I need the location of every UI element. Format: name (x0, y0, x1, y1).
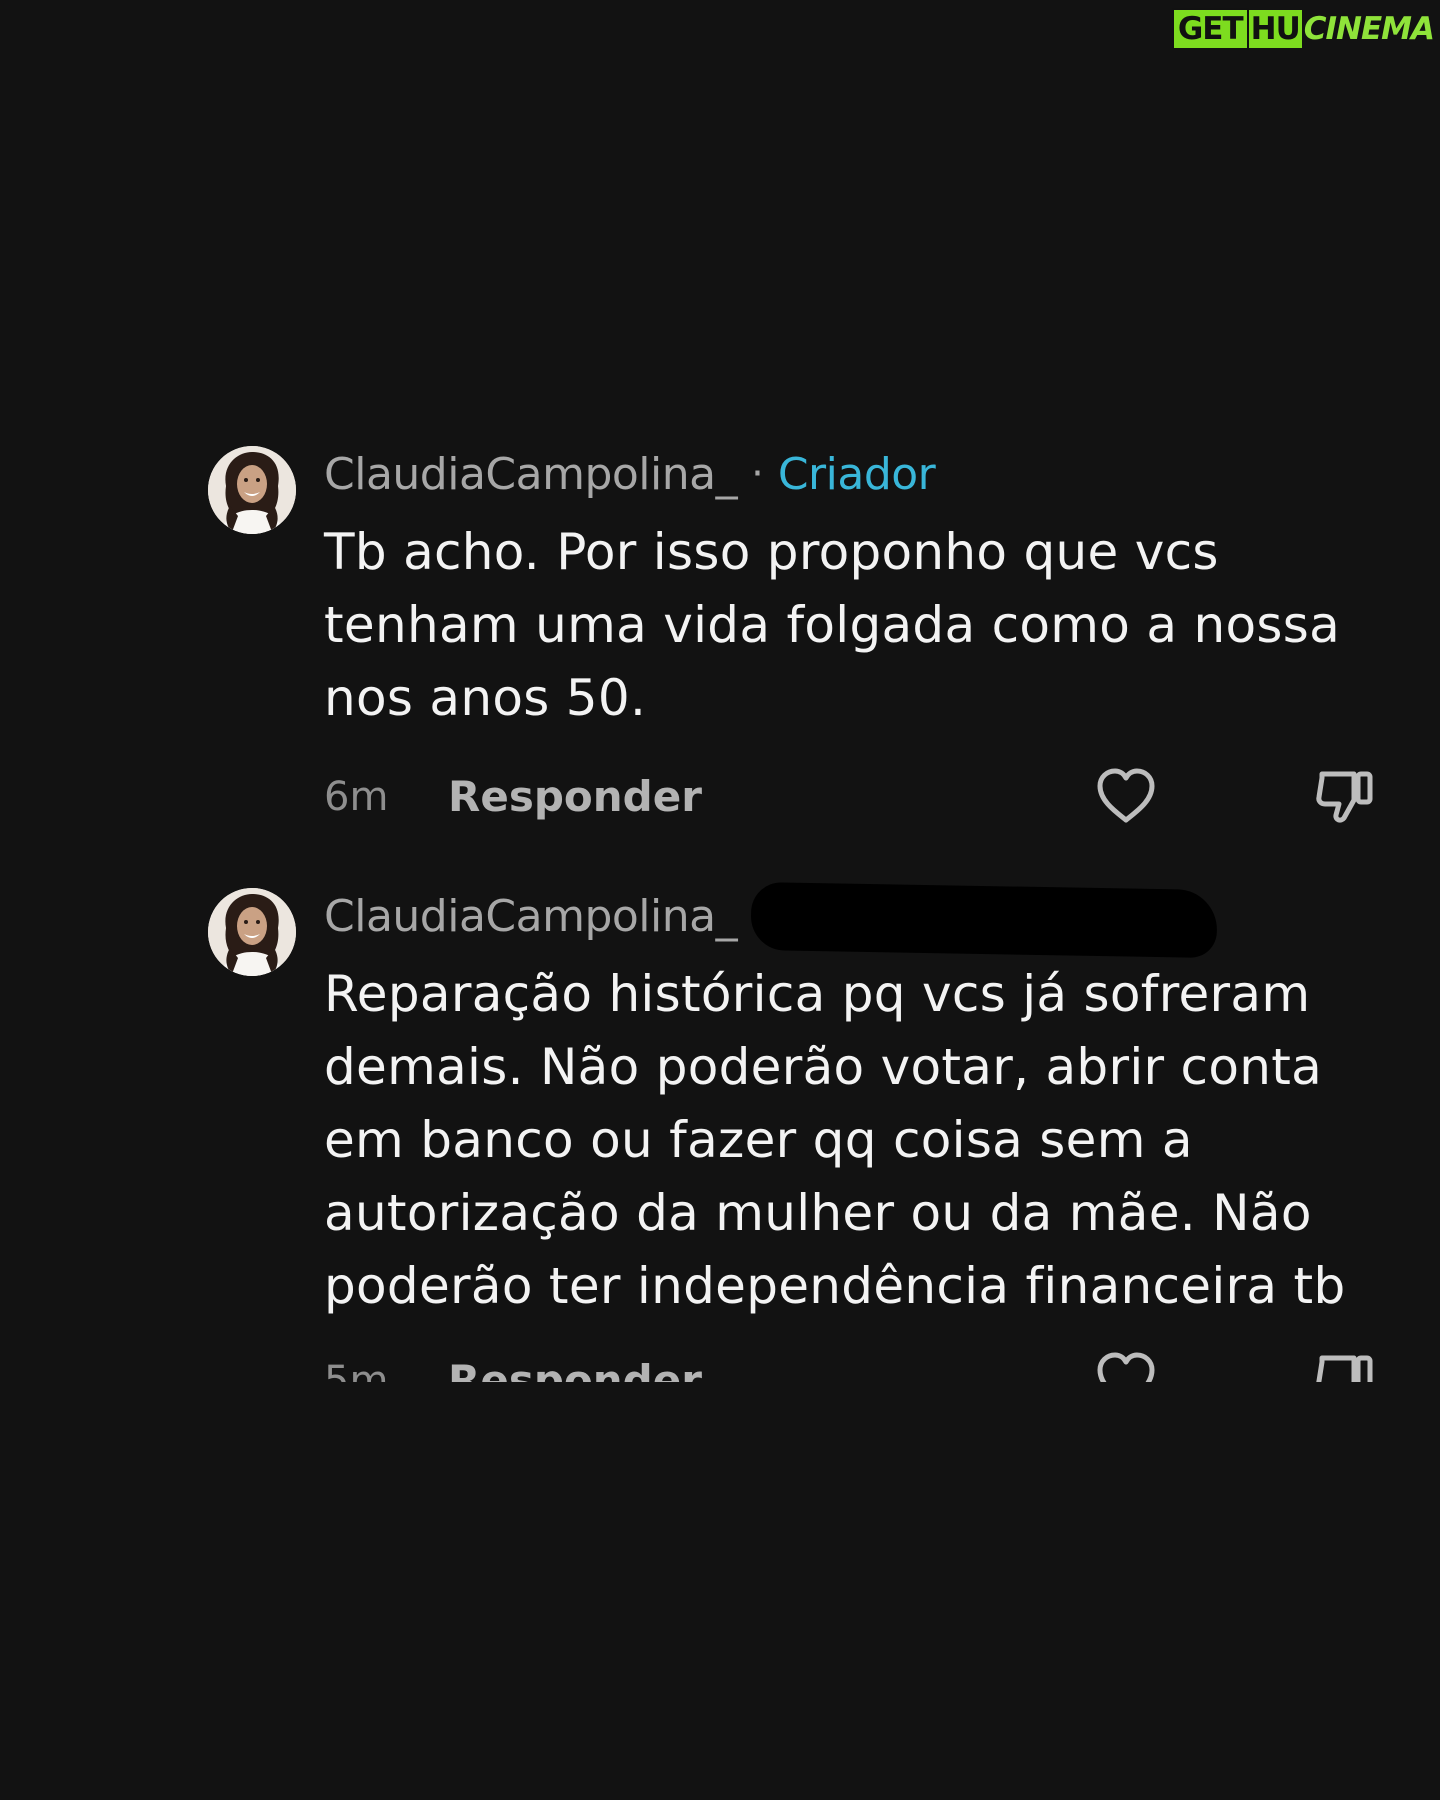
comment-header: ClaudiaCampolina_ (324, 881, 1218, 959)
watermark-part-3: CINEMA (1303, 11, 1435, 47)
watermark-logo: GET HU CINEMA (1171, 8, 1435, 50)
comment-text: Tb acho. Por isso proponho que vcs tenha… (324, 523, 1341, 727)
dislike-button[interactable] (1314, 1350, 1378, 1382)
creator-badge: Criador (777, 448, 936, 500)
comment-actions: 6m Responder (324, 766, 1378, 826)
reply-button[interactable]: Responder (448, 772, 702, 821)
heart-outline-icon (1097, 768, 1155, 823)
avatar[interactable] (208, 446, 296, 534)
avatar-photo-icon (208, 446, 296, 534)
redaction-mark (750, 881, 1218, 959)
comment-header: ClaudiaCampolina_ · Criador (324, 446, 936, 502)
watermark-part-2: HU (1248, 10, 1302, 48)
comment-text: Reparação histórica pq vcs já sofreram d… (324, 965, 1346, 1315)
like-button[interactable] (1094, 1350, 1158, 1382)
separator-dot: · (751, 451, 764, 497)
comment-actions-clipped: 5m Responder (208, 1340, 1378, 1382)
thumbs-down-icon (1316, 771, 1373, 823)
like-button[interactable] (1094, 766, 1158, 826)
heart-outline-icon (1097, 1352, 1155, 1382)
comment-actions: 5m Responder (324, 1350, 1378, 1382)
username[interactable]: ClaudiaCampolina_ (324, 449, 738, 500)
username[interactable]: ClaudiaCampolina_ (324, 891, 738, 942)
comment-timestamp: 6m (324, 774, 389, 820)
avatar-photo-icon (208, 888, 296, 976)
dislike-button[interactable] (1314, 766, 1378, 826)
avatar[interactable] (208, 888, 296, 976)
reply-button[interactable]: Responder (448, 1356, 702, 1382)
watermark-part-1: GET (1171, 8, 1249, 50)
thumbs-down-icon (1316, 1355, 1373, 1382)
comment-timestamp: 5m (324, 1358, 389, 1382)
